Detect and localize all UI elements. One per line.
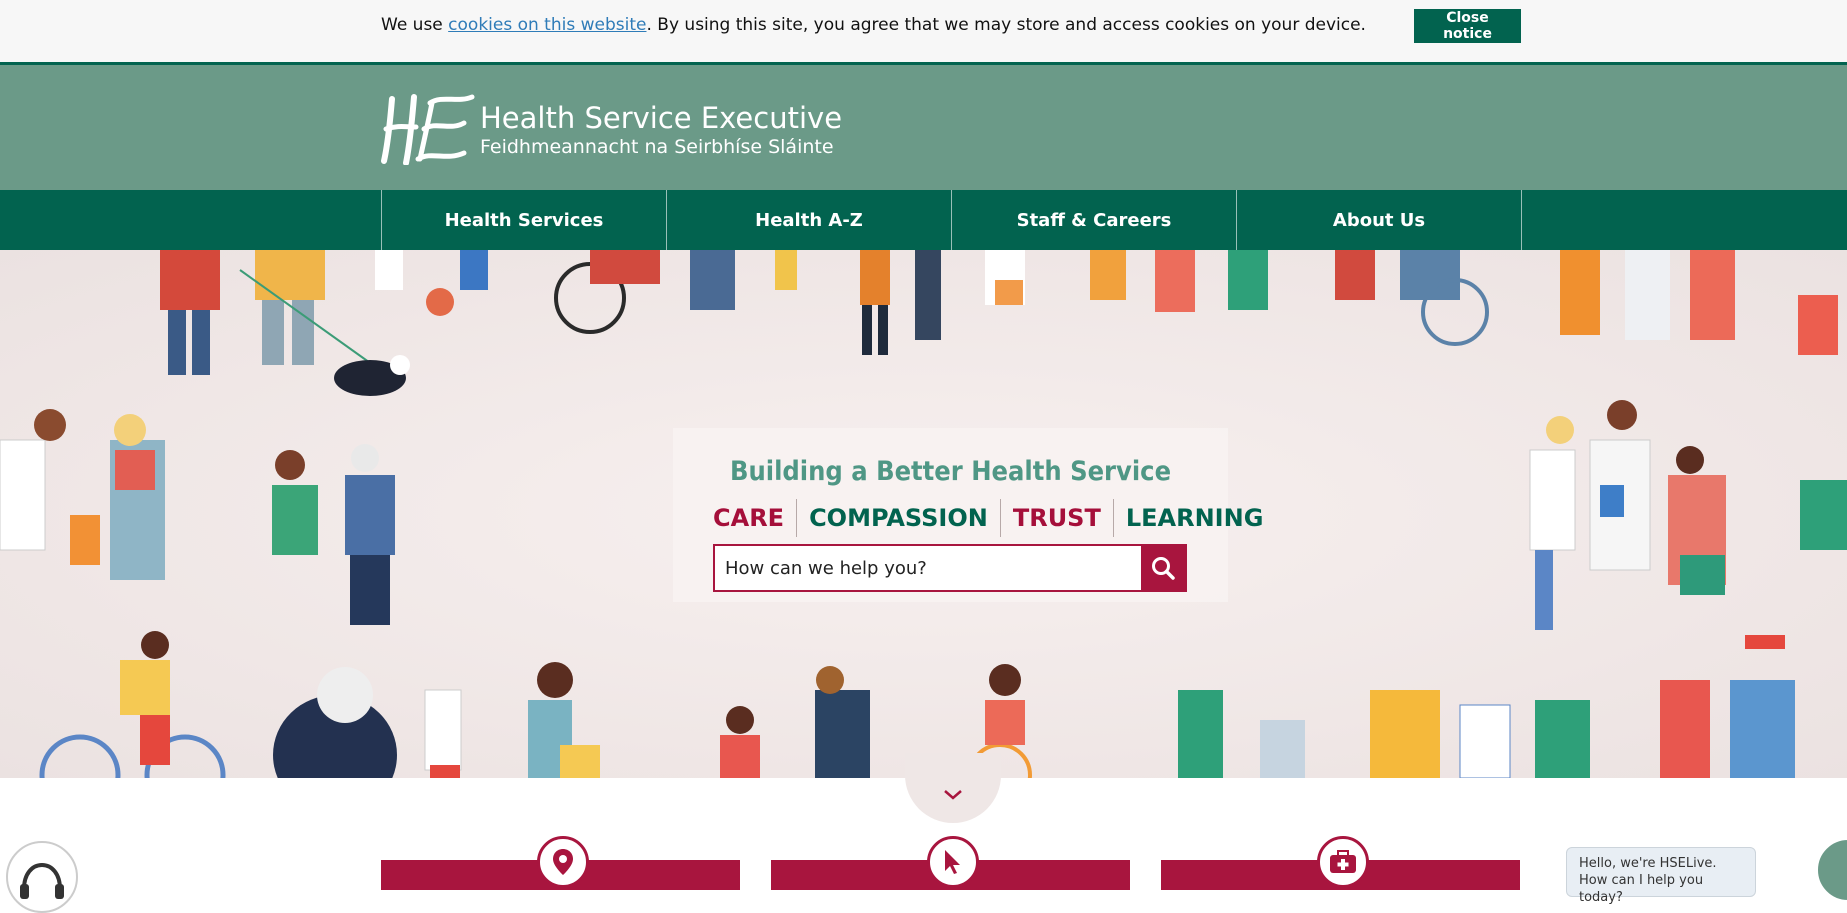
search-box — [713, 544, 1187, 592]
chat-avatar[interactable] — [1816, 838, 1847, 902]
search-button[interactable] — [1141, 546, 1185, 590]
main-nav: Health Services Health A-Z Staff & Caree… — [0, 190, 1847, 250]
medical-kit-icon — [1317, 836, 1369, 888]
nav-item-staff-careers[interactable]: Staff & Careers — [951, 190, 1236, 250]
cookies-link[interactable]: cookies on this website — [448, 15, 646, 35]
close-notice-button[interactable]: Close notice — [1414, 9, 1521, 43]
hero-tagline: Building a Better Health Service — [729, 456, 1172, 487]
cookie-text-prefix: We use — [381, 15, 449, 35]
org-subtitle: Feidhmeannacht na Seirbhíse Sláinte — [480, 136, 834, 158]
people-middle-left — [0, 409, 395, 625]
cursor-icon — [927, 836, 979, 888]
nav-item-health-a-z[interactable]: Health A-Z — [666, 190, 951, 250]
org-name: Health Service Executive — [480, 101, 843, 135]
value-care: CARE — [713, 504, 785, 532]
value-trust: TRUST — [999, 499, 1113, 537]
chat-greeting[interactable]: Hello, we're HSELive. How can I help you… — [1566, 847, 1756, 905]
scroll-down-button[interactable] — [905, 753, 1001, 823]
cookie-message: We use cookies on this website. By using… — [381, 15, 1366, 35]
people-middle-right — [1529, 400, 1847, 630]
people-top-row — [160, 250, 1838, 396]
nav-item-about-us[interactable]: About Us — [1236, 190, 1521, 250]
chevron-down-icon — [944, 790, 962, 800]
search-icon — [1152, 557, 1175, 580]
site-header: Health Service Executive Feidhmeannacht … — [0, 65, 1847, 190]
search-input[interactable] — [715, 546, 1135, 590]
listen-button[interactable] — [6, 841, 78, 913]
cookie-banner: We use cookies on this website. By using… — [0, 0, 1847, 65]
cookie-text-suffix: . By using this site, you agree that we … — [646, 15, 1366, 35]
location-pin-icon — [537, 836, 589, 888]
value-compassion: COMPASSION — [796, 499, 1000, 537]
nav-divider — [1521, 190, 1522, 250]
hero-banner: Building a Better Health Service CARE CO… — [0, 250, 1847, 778]
hse-logo[interactable] — [380, 93, 475, 165]
value-learning: LEARNING — [1112, 499, 1276, 537]
headphones-icon — [20, 862, 64, 899]
values-list: CARE COMPASSION TRUST LEARNING — [713, 499, 1275, 537]
nav-item-health-services[interactable]: Health Services — [381, 190, 666, 250]
hero-search-panel: Building a Better Health Service CARE CO… — [673, 428, 1263, 602]
